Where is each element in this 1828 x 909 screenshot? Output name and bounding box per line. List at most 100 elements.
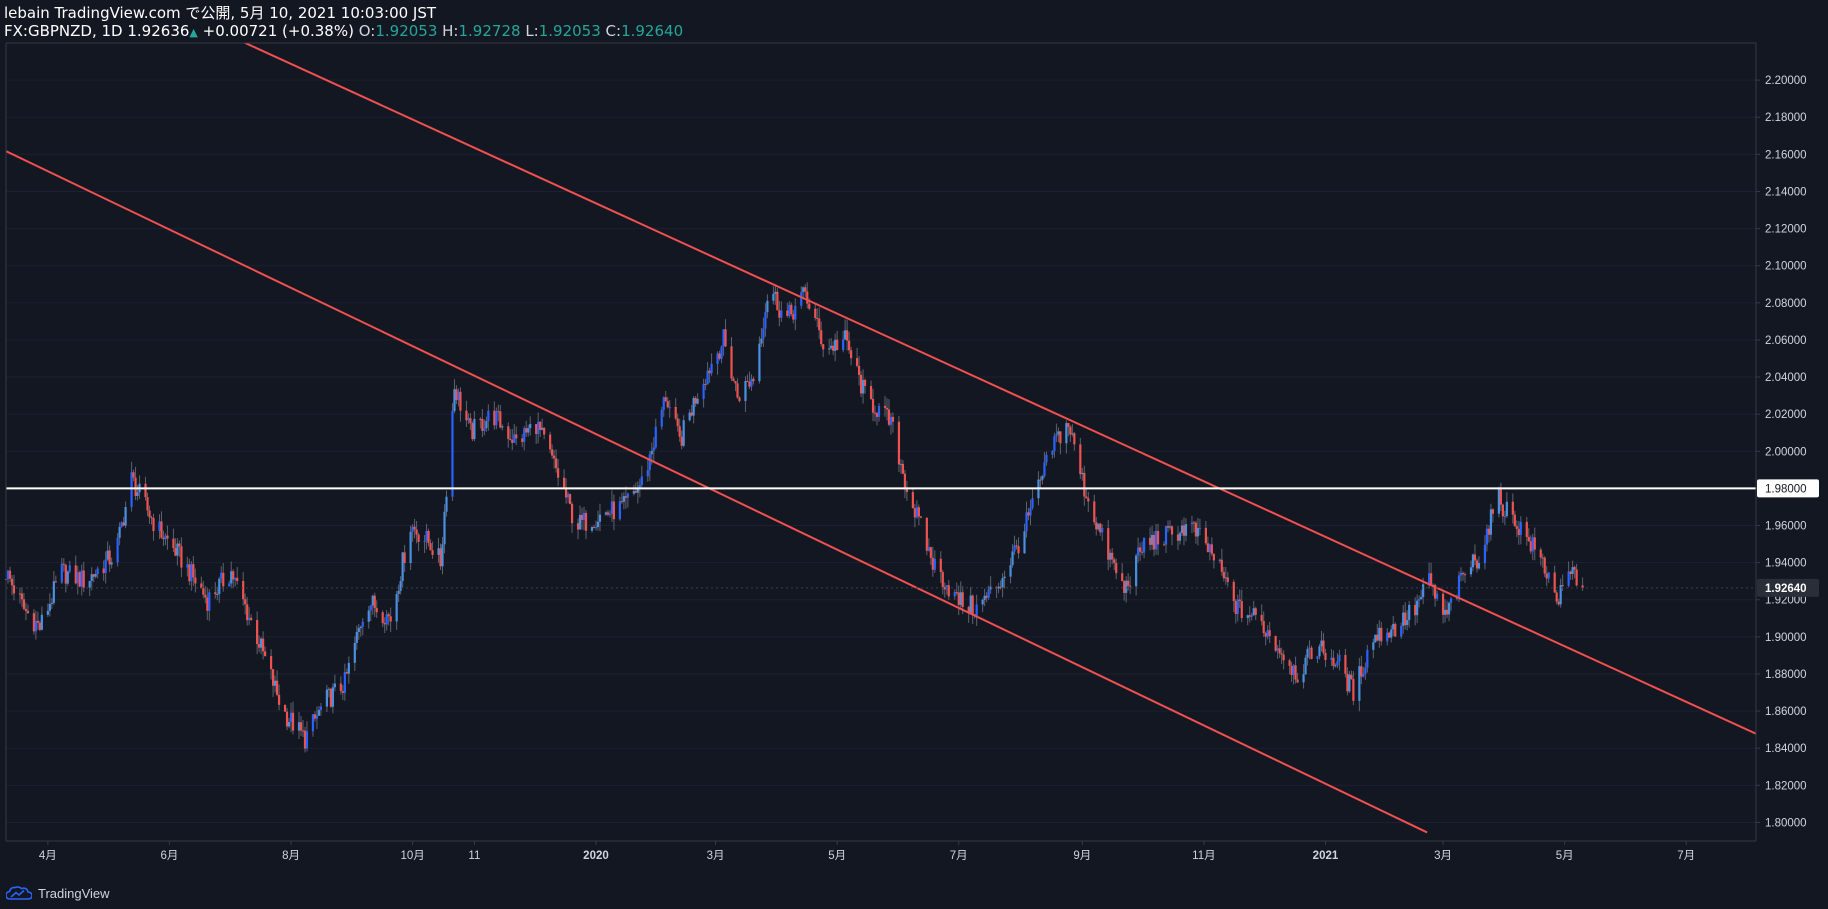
candle-body xyxy=(361,621,364,627)
candle-body xyxy=(1057,431,1060,435)
candle-body xyxy=(1348,674,1351,692)
candle-body xyxy=(987,589,990,598)
close-label: C: xyxy=(605,22,622,40)
candle-body xyxy=(1310,647,1313,659)
candle-body xyxy=(1332,657,1335,667)
candle-body xyxy=(473,418,476,440)
last-price-badge-label: 1.92640 xyxy=(1765,583,1807,595)
candle-body xyxy=(1531,537,1534,552)
tradingview-logo[interactable]: TradingView xyxy=(6,883,110,903)
candle-body xyxy=(1156,530,1160,545)
candle-body xyxy=(648,454,651,471)
candle-body xyxy=(1137,547,1140,556)
candle-body xyxy=(576,523,580,530)
candle-body xyxy=(18,593,22,595)
candle-body xyxy=(887,409,891,425)
candle-body xyxy=(790,304,793,315)
symbol-label[interactable]: FX:GBPNZD, 1D xyxy=(4,22,123,40)
candle-body xyxy=(1194,522,1198,537)
price-tick-label: 1.94000 xyxy=(1765,558,1807,570)
candle-body xyxy=(788,304,791,316)
candle-body xyxy=(283,704,287,712)
candle-body xyxy=(8,570,12,579)
symbol-legend[interactable]: FX:GBPNZD, 1D 1.92636▲ +0.00721 (+0.38%)… xyxy=(4,22,1828,42)
candle-body xyxy=(1539,549,1542,558)
candle-body xyxy=(1190,522,1194,525)
candle-body xyxy=(947,585,950,597)
candle-body xyxy=(319,706,323,710)
candle-body xyxy=(680,436,683,446)
candle-body xyxy=(543,427,546,435)
published-line: lebain TradingView.com で公開, 5月 10, 2021 … xyxy=(4,4,1828,22)
candle-body xyxy=(692,398,695,416)
candle-body xyxy=(919,516,922,518)
candle-body xyxy=(52,581,55,604)
candle-body xyxy=(501,426,504,428)
candle-body xyxy=(943,586,946,590)
price-tick-label: 2.16000 xyxy=(1765,149,1807,161)
candle-body xyxy=(1404,612,1407,626)
price-chart[interactable]: 2.20000 2.18000 2.16000 2.14000 2.12000 2.100… xyxy=(0,0,1828,909)
candle-body xyxy=(1142,537,1146,553)
candle-body xyxy=(1170,526,1174,535)
candle-body xyxy=(222,572,225,587)
candle-body xyxy=(953,592,956,597)
candle-body xyxy=(1443,609,1447,615)
candle-body xyxy=(1065,423,1068,444)
candle-body xyxy=(234,577,237,580)
candle-body xyxy=(1330,657,1333,660)
candle-body xyxy=(64,564,67,584)
candle-body xyxy=(877,405,881,417)
candle-body xyxy=(1234,601,1237,614)
candle-body xyxy=(1517,528,1520,536)
chart-background xyxy=(0,0,1828,909)
candle-body xyxy=(483,428,486,431)
candle-body xyxy=(608,513,612,515)
candle-body xyxy=(696,398,699,404)
candle-body xyxy=(794,305,797,320)
candle-body xyxy=(1461,572,1465,575)
candle-body xyxy=(1246,615,1249,619)
candle-body xyxy=(176,543,179,556)
candle-body xyxy=(497,411,500,413)
candle-body xyxy=(913,508,916,518)
candle-body xyxy=(760,338,763,344)
candle-body xyxy=(1276,648,1279,651)
candle-body xyxy=(1569,571,1572,574)
candle-body xyxy=(495,411,498,426)
candle-body xyxy=(537,421,540,435)
candle-body xyxy=(804,287,807,292)
candle-body xyxy=(969,595,972,613)
candle-body xyxy=(652,447,655,451)
candle-body xyxy=(1001,578,1004,588)
candle-body xyxy=(1059,431,1062,444)
candle-body xyxy=(604,512,608,515)
candle-body xyxy=(1196,528,1200,537)
candle-body xyxy=(397,590,400,595)
candle-body xyxy=(214,592,217,595)
candle-body xyxy=(664,397,667,402)
candle-body xyxy=(1039,479,1042,481)
time-tick-label: 7月 xyxy=(1677,850,1695,862)
candle-body xyxy=(1139,547,1142,552)
candle-body xyxy=(445,496,448,512)
candle-body xyxy=(568,494,572,504)
candle-body xyxy=(1459,572,1463,576)
time-axis[interactable] xyxy=(0,841,1828,871)
candle-body xyxy=(1402,612,1405,626)
candle-body xyxy=(313,714,317,719)
candle-body xyxy=(92,574,95,577)
price-axis[interactable] xyxy=(1756,43,1828,840)
candle-body xyxy=(1316,656,1319,659)
candle-body xyxy=(383,622,386,625)
candle-body xyxy=(1318,646,1321,657)
candle-body xyxy=(971,595,974,615)
candle-body xyxy=(40,614,43,630)
candle-body xyxy=(162,537,165,540)
candle-body xyxy=(218,578,221,595)
candle-body xyxy=(399,581,402,591)
candle-body xyxy=(343,672,346,693)
candle-body xyxy=(511,439,514,443)
price-tick-label: 1.84000 xyxy=(1765,743,1807,755)
price-tick-label: 2.14000 xyxy=(1765,186,1807,198)
